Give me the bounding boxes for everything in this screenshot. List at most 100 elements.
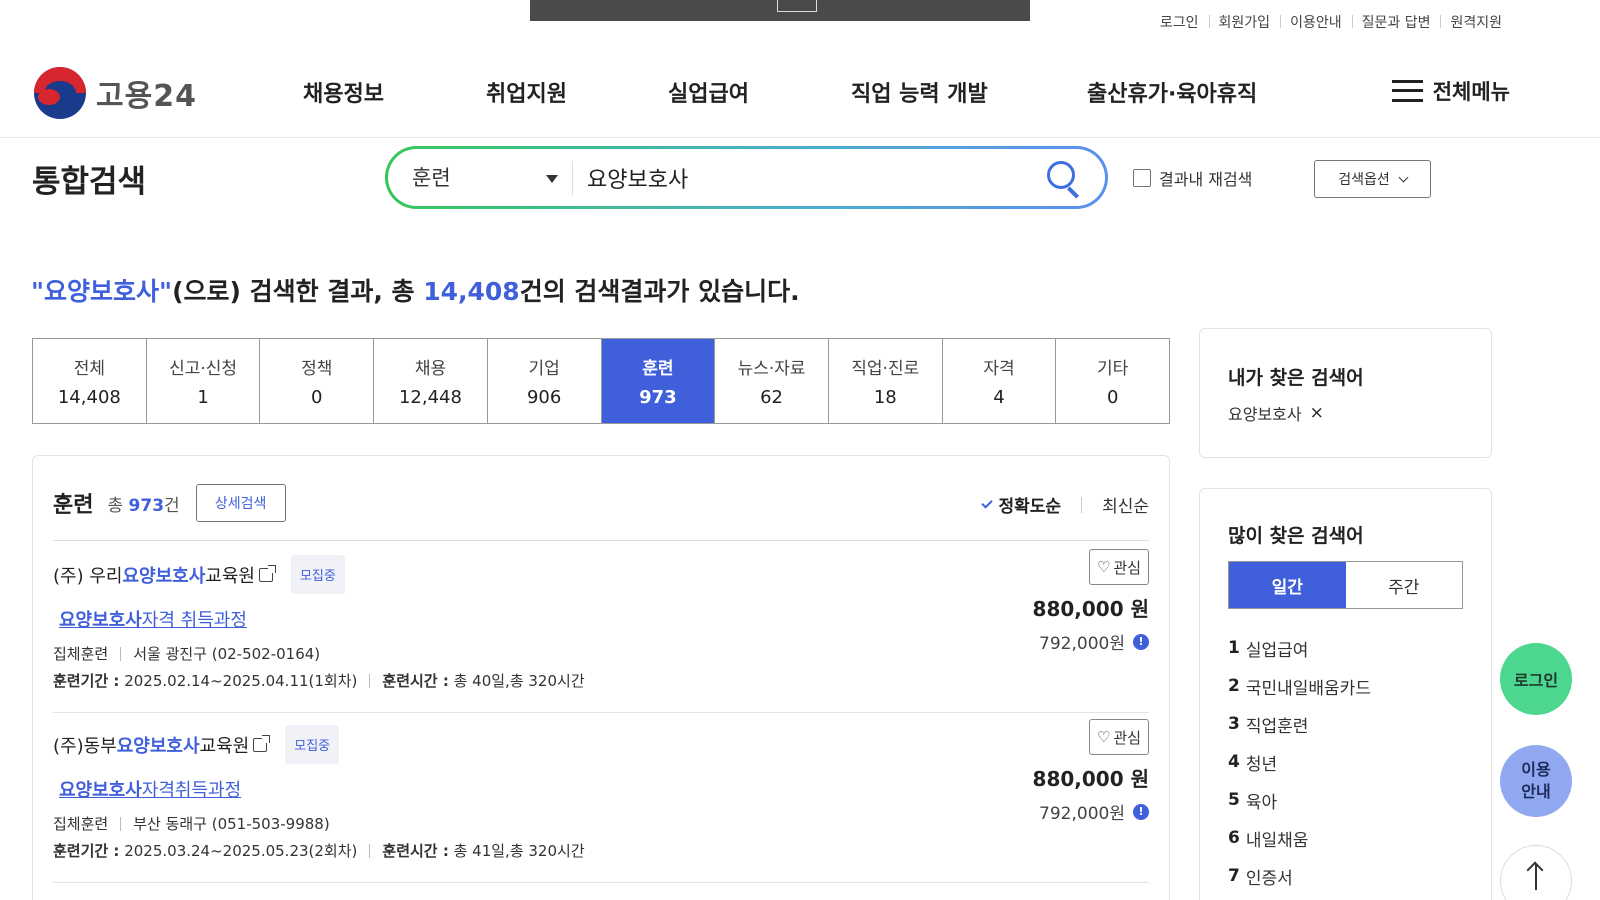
hamburger-icon [1391,80,1423,102]
search-input[interactable] [573,165,1031,190]
nav-skill-development[interactable]: 직업 능력 개발 [851,76,988,108]
course-price: 880,000 원 [1032,597,1149,621]
recheck-label: 결과내 재검색 [1159,170,1253,189]
list-item[interactable]: 5 육아 [1228,781,1371,819]
check-icon [980,496,993,509]
search-category-select[interactable]: 훈련 [388,160,573,195]
course-title-link[interactable]: 요양보호사자격 취득과정 [59,606,247,632]
popular-searches-box: 많이 찾은 검색어 일간 주간 1 실업급여 2 국민내일배움카드 3 직업훈련 4청… [1199,488,1492,900]
util-link-login[interactable]: 로그인 [1150,12,1209,32]
tab-report[interactable]: 신고·신청 1 [147,339,261,423]
info-icon[interactable]: ! [1133,803,1149,820]
util-link-guide[interactable]: 이용안내 [1280,12,1352,32]
taegeuk-logo-icon [34,67,86,119]
floating-guide-button[interactable]: 이용 안내 [1500,745,1572,817]
course-meta: 집체훈련 부산 동래구 (051-503-9988) [53,815,330,833]
course-period: 훈련기간 : 2025.03.24~2025.05.23(2회차) 훈련시간 : … [53,842,585,860]
floating-login-button[interactable]: 로그인 [1500,643,1572,715]
banner-toggle-tab[interactable] [777,0,817,12]
search-box: 훈련 [385,146,1108,209]
tab-jobs[interactable]: 채용 12,448 [374,339,488,423]
search-options-button[interactable]: 검색옵션 [1314,160,1431,198]
course-org[interactable]: (주)동부 요양보호사 교육원 모집중 [53,725,340,764]
list-item[interactable]: 3 직업훈련 [1228,705,1371,743]
caret-down-icon [546,174,558,183]
search-category-value: 훈련 [412,165,451,190]
close-icon[interactable]: × [1310,403,1324,423]
course-org[interactable]: (주) 우리 요양보호사 교육원 모집중 [53,555,345,594]
course-meta: 집체훈련 서울 광진구 (02-502-0164) [53,645,321,663]
util-link-remote[interactable]: 원격지원 [1440,12,1512,32]
all-menu-label: 전체메뉴 [1432,80,1510,104]
list-item[interactable]: 1 실업급여 [1228,629,1371,667]
site-logo[interactable]: 고용24 [34,67,197,119]
nav-employment-support[interactable]: 취업지원 [486,76,567,108]
all-menu-button[interactable]: 전체메뉴 [1391,76,1510,106]
popular-list: 1 실업급여 2 국민내일배움카드 3 직업훈련 4 청년 5 육아 6 내일채움 7 인증서 [1228,629,1371,895]
list-item: (주)동부 요양보호사 교육원 모집중 요양보호사자격취득과정 집체훈련 부산 동래구… [53,713,1149,883]
top-banner-strip [530,0,1030,21]
tab-qualification[interactable]: 자격 4 [943,339,1057,423]
panel-title: 훈련 [53,493,94,518]
page-title: 통합검색 [32,164,147,200]
external-link-icon [258,564,276,582]
list-item[interactable]: 4 청년 [1228,743,1371,781]
status-badge: 모집중 [285,725,340,764]
popular-period-tabs: 일간 주간 [1228,561,1463,609]
panel-total: 총 973건 [107,495,180,516]
heart-icon: ♡ [1096,728,1111,746]
list-item[interactable]: 6 내일채움 [1228,819,1371,857]
tab-policy[interactable]: 정책 0 [260,339,375,423]
tab-daily[interactable]: 일간 [1229,562,1346,608]
tab-career[interactable]: 직업·진로 18 [829,339,943,423]
course-self-pay: 792,000원! [1039,799,1149,824]
summary-count: 14,408 [423,277,520,306]
util-link-signup[interactable]: 회원가입 [1208,12,1281,32]
recent-searches-title: 내가 찾은 검색어 [1228,367,1364,389]
tab-all[interactable]: 전체 14,408 [33,339,147,423]
course-period: 훈련기간 : 2025.02.14~2025.04.11(1회차) 훈련시간 : … [53,672,585,690]
sort-options: 정확도순 최신순 [980,492,1149,517]
search-button[interactable] [1031,153,1091,203]
info-icon[interactable]: ! [1133,633,1149,650]
heart-icon: ♡ [1096,558,1111,576]
utility-links: 로그인 회원가입 이용안내 질문과 답변 원격지원 [1150,12,1512,32]
tab-news[interactable]: 뉴스·자료 62 [715,339,829,423]
search-within-results[interactable]: 결과내 재검색 [1133,166,1252,190]
global-nav: 고용24 채용정보 취업지원 실업급여 직업 능력 개발 출산휴가·육아휴직 전… [0,56,1600,138]
tab-weekly[interactable]: 주간 [1346,562,1463,608]
sort-accuracy[interactable]: 정확도순 [980,492,1061,517]
tab-training[interactable]: 훈련 973 [601,339,716,423]
result-summary: "요양보호사"(으로) 검색한 결과, 총 14,408건의 검색결과가 있습니… [31,272,800,308]
nav-jobs[interactable]: 채용정보 [303,76,384,108]
arrow-up-icon [1535,864,1537,890]
logo-text: 고용24 [96,79,197,114]
nav-unemployment-benefit[interactable]: 실업급여 [668,76,749,108]
recent-search-item[interactable]: 요양보호사 × [1228,401,1324,425]
course-title-link[interactable]: 요양보호사자격취득과정 [59,776,241,802]
status-badge: 모집중 [290,555,345,594]
course-price: 880,000 원 [1032,767,1149,791]
recheck-checkbox[interactable] [1133,169,1151,187]
list-item[interactable]: 7 인증서 [1228,857,1371,895]
summary-text-1: (으로) 검색한 결과, 총 [172,277,424,306]
recent-searches-box: 내가 찾은 검색어 요양보호사 × [1199,328,1492,458]
tab-company[interactable]: 기업 906 [488,339,602,423]
tab-etc[interactable]: 기타 0 [1056,339,1169,423]
list-item[interactable]: 2 국민내일배움카드 [1228,667,1371,705]
popular-searches-title: 많이 찾은 검색어 [1228,525,1364,547]
search-options-label: 검색옵션 [1338,172,1390,188]
favorite-button[interactable]: ♡ 관심 [1089,549,1149,585]
nav-parental-leave[interactable]: 출산휴가·육아휴직 [1087,76,1257,108]
scroll-top-button[interactable] [1500,845,1572,900]
chevron-down-icon [1398,172,1409,182]
detail-search-button[interactable]: 상세검색 [195,484,286,522]
summary-text-2: 건의 검색결과가 있습니다. [519,277,800,306]
util-link-qna[interactable]: 질문과 답변 [1351,12,1441,32]
sort-latest[interactable]: 최신순 [1102,492,1149,517]
external-link-icon [253,734,271,752]
category-tabs: 전체 14,408 신고·신청 1 정책 0 채용 12,448 기업 906 훈련 973… [32,338,1170,424]
training-results-panel: 훈련 총 973건 상세검색 정확도순 최신순 (주) 우리 요양보호사 교육원 모… [32,455,1170,900]
list-item: (주) 우리 요양보호사 교육원 모집중 요양보호사자격 취득과정 집체훈련 서울 광… [53,543,1149,713]
favorite-button[interactable]: ♡ 관심 [1089,719,1149,755]
